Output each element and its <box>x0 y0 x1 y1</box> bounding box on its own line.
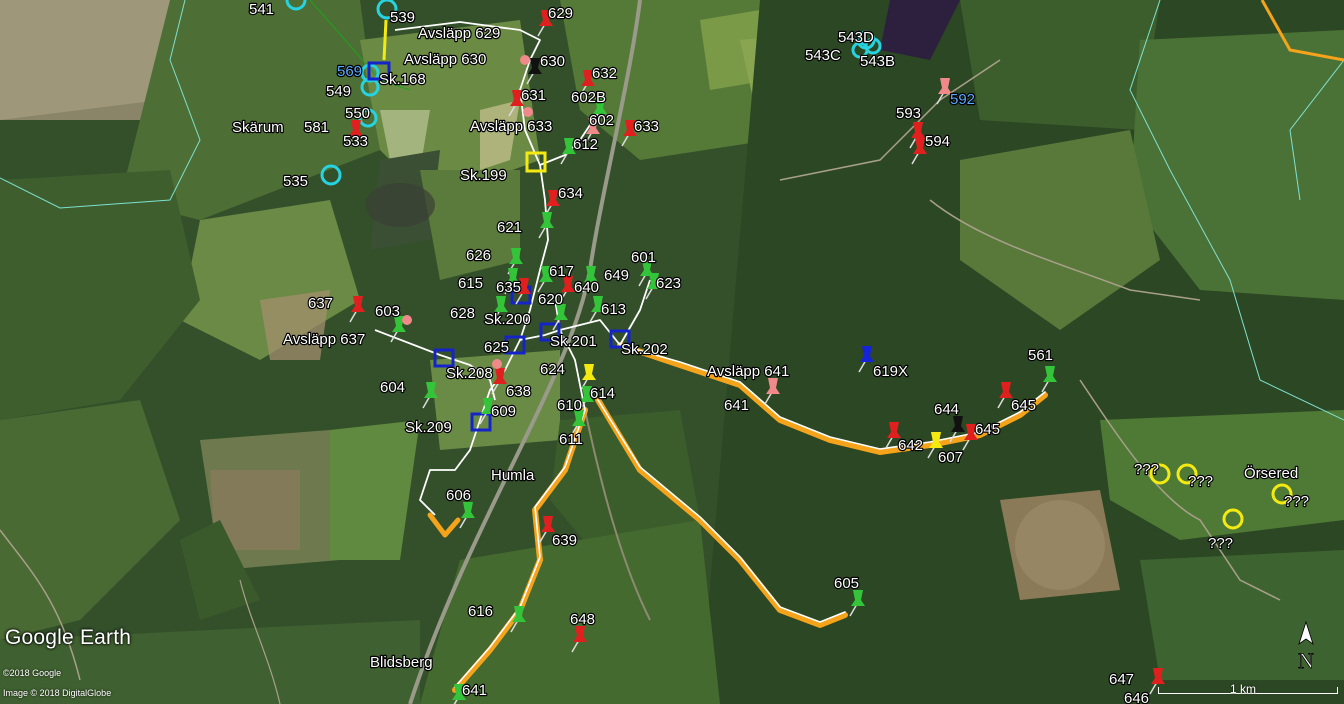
label-635: 635 <box>496 279 521 296</box>
label-549: 549 <box>326 83 351 100</box>
label-647: 647 <box>1109 671 1134 688</box>
label-613: 613 <box>601 301 626 318</box>
label-643: 644 <box>934 401 959 418</box>
label-581: 581 <box>304 119 329 136</box>
label-622: 641 <box>462 682 487 699</box>
label-561: 561 <box>1028 347 1053 364</box>
label-646: 646 <box>1124 690 1149 704</box>
label-611: 611 <box>559 431 583 448</box>
label-skarum: Skärum <box>232 119 284 136</box>
copyright-google: ©2018 Google <box>3 668 62 678</box>
label-617: 617 <box>549 263 574 280</box>
label-639: 639 <box>552 532 577 549</box>
label-535: 535 <box>283 173 308 190</box>
label-621: 621 <box>497 219 522 236</box>
avslapp-marker-630 <box>520 55 530 65</box>
label-645: 645 <box>1011 397 1036 414</box>
label-humla: Humla <box>491 467 535 484</box>
label-609: 609 <box>491 403 516 420</box>
label-626: 626 <box>466 247 491 264</box>
label-569: 569 <box>337 63 362 80</box>
label-602b: 602B <box>571 89 606 106</box>
label-avslapp-633: Avsläpp 633 <box>470 118 552 135</box>
label-592: 592 <box>950 91 975 108</box>
label-649: 649 <box>604 267 629 284</box>
label-q2: ??? <box>1188 473 1213 490</box>
label-631: 631 <box>521 87 546 104</box>
label-607: 607 <box>938 449 963 466</box>
label-625: 625 <box>484 339 509 356</box>
label-sk209: Sk.209 <box>405 419 452 436</box>
label-629: 629 <box>548 5 573 22</box>
label-601: 601 <box>631 249 656 266</box>
label-614: 614 <box>590 385 615 402</box>
label-avslapp-630: Avsläpp 630 <box>404 51 486 68</box>
label-543b: 543B <box>860 53 895 70</box>
label-avslapp-629: Avsläpp 629 <box>418 25 500 42</box>
label-593: 593 <box>896 105 921 122</box>
north-label: N <box>1298 648 1314 673</box>
label-633: 633 <box>634 118 659 135</box>
label-539: 539 <box>390 9 415 26</box>
label-642: 642 <box>898 437 923 454</box>
label-avslapp-637: Avsläpp 637 <box>283 331 365 348</box>
label-640: 640 <box>574 279 599 296</box>
label-623: 623 <box>656 275 681 292</box>
satellite-map[interactable]: 541 539 Avsläpp 629 629 Avsläpp 630 630 … <box>0 0 1344 704</box>
label-612: 612 <box>573 136 598 153</box>
label-q3: ??? <box>1284 493 1309 510</box>
copyright-imagery: Image © 2018 DigitalGlobe <box>3 688 112 698</box>
avslapp-marker-631 <box>523 107 533 117</box>
label-543d: 543D <box>838 29 874 46</box>
label-sk201: Sk.201 <box>550 333 597 350</box>
label-594: 594 <box>925 133 950 150</box>
scale-bar: 1 km <box>1158 682 1338 696</box>
label-avslapp-641: Avsläpp 641 <box>707 363 789 380</box>
north-arrow-icon: N <box>1298 620 1314 673</box>
yellow-line <box>382 19 388 61</box>
label-sk202: Sk.202 <box>621 341 668 358</box>
label-605: 605 <box>834 575 859 592</box>
label-q1: ??? <box>1134 461 1159 478</box>
label-641: 641 <box>724 397 749 414</box>
label-603: 603 <box>375 303 400 320</box>
avslapp-marker-603 <box>402 315 412 325</box>
label-615: 615 <box>458 275 483 292</box>
label-q4: ??? <box>1208 535 1233 552</box>
label-628: 628 <box>450 305 475 322</box>
label-543c: 543C <box>805 47 841 64</box>
label-624: 624 <box>540 361 565 378</box>
label-630: 630 <box>540 53 565 70</box>
label-644: 645 <box>975 421 1000 438</box>
google-earth-logo: Google Earth <box>5 626 132 649</box>
label-638: 638 <box>506 383 531 400</box>
avslapp-marker-625 <box>492 359 502 369</box>
label-632: 632 <box>592 65 617 82</box>
terrain <box>0 0 1344 704</box>
label-637: 637 <box>308 295 333 312</box>
label-610: 610 <box>557 397 582 414</box>
label-541: 541 <box>249 1 274 18</box>
label-sk168: Sk.168 <box>379 71 426 88</box>
label-604: 604 <box>380 379 405 396</box>
label-602: 602 <box>589 112 614 129</box>
label-550: 550 <box>345 105 370 122</box>
label-orsered: Örsered <box>1244 464 1298 482</box>
scale-label: 1 km <box>1230 682 1257 696</box>
label-blidsberg: Blidsberg <box>370 654 433 671</box>
label-533: 533 <box>343 133 368 150</box>
label-sk199: Sk.199 <box>460 167 507 184</box>
label-606: 606 <box>446 487 471 504</box>
label-619x: 619X <box>873 363 908 380</box>
label-sk208: Sk.208 <box>446 365 493 382</box>
label-616: 616 <box>468 603 493 620</box>
label-648: 648 <box>570 611 595 628</box>
label-sk200: Sk.200 <box>484 311 531 328</box>
label-620: 620 <box>538 291 563 308</box>
label-634: 634 <box>558 185 583 202</box>
